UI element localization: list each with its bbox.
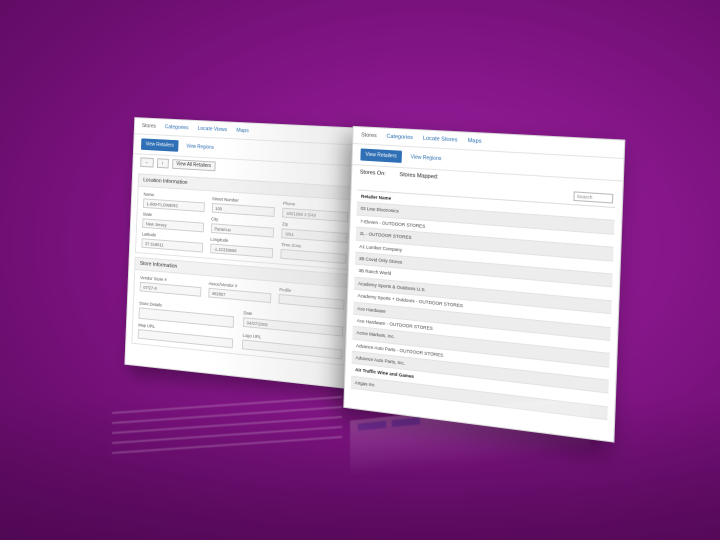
- nav-maps[interactable]: Maps: [236, 128, 249, 134]
- location-fields: Name 1-800-FLOWERS Street Number 100 Phone…: [136, 187, 355, 270]
- street-number-input[interactable]: 100: [211, 202, 276, 218]
- nav-stores[interactable]: Stores: [142, 123, 156, 129]
- field-latitude: Latitude 37.618611: [141, 232, 203, 253]
- field-phone: Phone 4/0/1998 3 5/49: [282, 201, 349, 223]
- left-window-reflection: [112, 395, 342, 457]
- search-input[interactable]: Search: [573, 191, 614, 204]
- field-street-number: Street Number 100: [211, 196, 276, 218]
- location-section: Location Information Name 1-800-FLOWERS S…: [135, 173, 357, 271]
- nav-maps-right[interactable]: Maps: [468, 138, 482, 145]
- reflection-tab: [392, 417, 420, 428]
- field-zip: Zip 0/61: [281, 221, 348, 243]
- nav-categories-right[interactable]: Categories: [386, 134, 413, 141]
- download-icon[interactable]: ↓: [156, 158, 169, 169]
- city-input[interactable]: Paramus: [210, 223, 275, 238]
- stores-mapped-label: Stores Mapped:: [399, 171, 439, 181]
- field-vendor-store: Vendor Store #07/27-8: [139, 275, 202, 297]
- phone-input[interactable]: 4/0/1998 3 5/49: [282, 207, 349, 223]
- field-name: Name 1-800-FLOWERS: [142, 192, 205, 213]
- back-arrow-icon[interactable]: ←: [140, 157, 154, 168]
- nav-locate-stores-right[interactable]: Locate Stores: [423, 136, 458, 144]
- nav-locate-views[interactable]: Locate Views: [197, 126, 227, 133]
- tab-view-regions-right[interactable]: View Regions: [405, 151, 446, 166]
- field-state: State New Jersey: [142, 212, 204, 233]
- tab-view-regions[interactable]: View Regions: [182, 140, 219, 154]
- field-longitude: Longitude -1.22339696: [209, 237, 274, 259]
- field-profile: Profile: [278, 287, 345, 310]
- reflection-tab: [358, 420, 386, 431]
- view-all-retailers-button[interactable]: View All Retailers: [171, 159, 216, 172]
- field-time-zone: Time Zone: [280, 242, 347, 264]
- name-input[interactable]: 1-800-FLOWERS: [142, 198, 205, 213]
- store-section: Store Information Vendor Store #07/27-8 …: [131, 256, 353, 367]
- tab-view-retailers[interactable]: View Retailers: [140, 138, 179, 152]
- zip-input[interactable]: 0/61: [281, 228, 348, 243]
- retailer-list: Retailer Name 03 Line Electronics 7-Eleven…: [350, 189, 616, 421]
- field-assoc-vendor: Assoc/Vendor #482857: [207, 281, 272, 304]
- nav-categories[interactable]: Categories: [165, 124, 189, 131]
- store-detail-window: Stores Categories Locate Views Maps View…: [124, 117, 366, 390]
- tab-view-retailers-right[interactable]: View Retailers: [360, 148, 402, 163]
- field-city: City Paramus: [210, 216, 275, 238]
- stores-on-label: Stores On:: [359, 169, 386, 178]
- state-input[interactable]: New Jersey: [142, 218, 204, 233]
- stage: Stores Categories Locate Views Maps View…: [0, 0, 720, 540]
- nav-stores-right[interactable]: Stores: [361, 132, 377, 139]
